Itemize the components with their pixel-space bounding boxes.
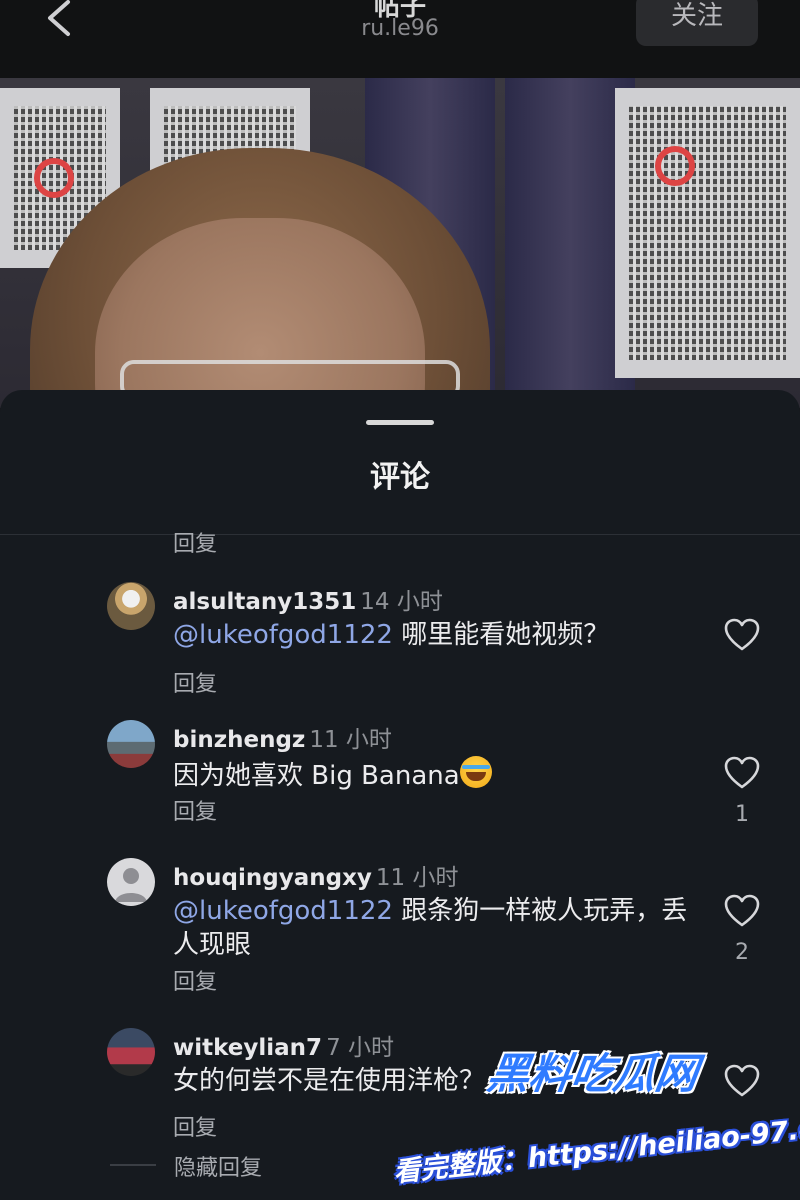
comment-body: 哪里能看她视频？ (392, 620, 610, 650)
avatar[interactable] (107, 1028, 155, 1076)
video-player[interactable] (0, 78, 800, 408)
comment-time: 7 小时 (326, 1035, 395, 1061)
comment-body: 因为她喜欢 Big Banana (173, 761, 460, 791)
divider-line (110, 1164, 156, 1166)
comment-text: @lukeofgod1122 哪里能看她视频？ (173, 618, 693, 652)
reply-button[interactable]: 回复 (173, 666, 217, 698)
comment-username[interactable]: houqingyangxy (173, 865, 372, 891)
background-poster (615, 88, 800, 378)
comment-body: 女的何尝不是在使用洋枪？ (173, 1066, 486, 1096)
comment-username[interactable]: witkeylian7 (173, 1035, 322, 1061)
reply-button[interactable]: 回复 (173, 794, 217, 826)
watermark-logo: 黑料吃瓜网 (484, 1049, 702, 1098)
comment-username[interactable]: binzhengz (173, 727, 305, 753)
heart-outline-icon (724, 894, 760, 927)
like-button[interactable] (724, 618, 760, 654)
follow-button[interactable]: 关注 (636, 0, 758, 46)
like-count: 1 (735, 802, 749, 827)
like-button[interactable] (724, 1064, 760, 1100)
avatar[interactable] (107, 582, 155, 630)
mention-link[interactable]: @lukeofgod1122 (173, 620, 393, 650)
like-button[interactable] (724, 756, 760, 792)
comment-time: 14 小时 (360, 589, 443, 615)
sheet-drag-handle[interactable] (366, 420, 434, 425)
avatar[interactable] (107, 858, 155, 906)
hide-replies-label: 隐藏回复 (174, 1156, 263, 1181)
avatar[interactable] (107, 720, 155, 768)
laughing-tears-emoji-icon (459, 756, 492, 788)
heart-outline-icon (724, 1064, 760, 1097)
mention-link[interactable]: @lukeofgod1122 (173, 896, 393, 926)
top-bar: 帖子 ru.le96 关注 (0, 0, 800, 78)
reply-button[interactable]: 回复 (173, 964, 217, 996)
comment-username[interactable]: alsultany1351 (173, 589, 356, 615)
like-button[interactable] (724, 894, 760, 930)
comment-text: @lukeofgod1122 跟条狗一样被人玩弄，丢人现眼 (173, 894, 693, 962)
reply-button[interactable]: 回复 (173, 526, 217, 558)
comment-time: 11 小时 (309, 727, 392, 753)
default-user-icon (115, 868, 147, 902)
comment-text: 因为她喜欢 Big Banana (173, 756, 693, 793)
heart-outline-icon (724, 756, 760, 789)
like-count: 2 (735, 940, 749, 965)
comment-time: 11 小时 (375, 865, 459, 891)
heart-outline-icon (724, 618, 760, 651)
reply-button[interactable]: 回复 (173, 1110, 217, 1142)
divider (0, 534, 800, 535)
comments-title: 评论 (370, 460, 430, 495)
